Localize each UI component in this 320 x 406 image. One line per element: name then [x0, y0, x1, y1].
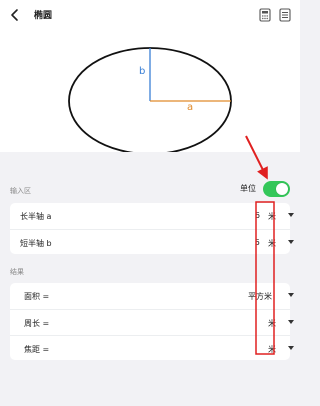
result-card: 面积 = 平方米 周长 = 米 焦距 = 米 — [10, 283, 294, 360]
row-label: 周长 = — [24, 319, 50, 328]
unit-toggle[interactable] — [263, 181, 290, 197]
page-title: 椭圆 — [34, 11, 53, 21]
unit-select[interactable]: 米 — [268, 238, 276, 249]
back-icon[interactable] — [8, 7, 22, 23]
input-row-semi-minor[interactable]: 短半轴 b 5 米 — [10, 229, 294, 254]
row-label: 面积 = — [24, 292, 50, 301]
chevron-down-icon[interactable] — [288, 320, 294, 324]
unit-select[interactable]: 米 — [268, 344, 276, 355]
result-row-area[interactable]: 面积 = 平方米 — [10, 283, 294, 308]
calculator-icon[interactable] — [258, 7, 272, 23]
history-icon[interactable] — [278, 7, 292, 23]
axis-b-label: b — [139, 66, 146, 77]
axis-a-label: a — [187, 102, 194, 113]
toggle-knob — [276, 183, 288, 195]
result-section-label: 结果 — [10, 268, 24, 276]
input-row-semi-major[interactable]: 长半轴 a 6 米 — [10, 203, 294, 228]
chevron-down-icon[interactable] — [288, 213, 294, 217]
top-bar: 椭圆 — [0, 0, 300, 30]
chevron-down-icon[interactable] — [288, 293, 294, 297]
unit-select[interactable]: 平方米 — [248, 291, 272, 302]
input-card: 长半轴 a 6 米 短半轴 b 5 米 — [10, 203, 294, 254]
ellipse-diagram: b a — [0, 30, 300, 155]
unit-select[interactable]: 米 — [268, 211, 276, 222]
chevron-down-icon[interactable] — [288, 240, 294, 244]
unit-select[interactable]: 米 — [268, 318, 276, 329]
semi-major-input[interactable]: 6 — [255, 211, 260, 220]
unit-toggle-label: 单位 — [240, 184, 256, 193]
row-label: 长半轴 a — [20, 212, 52, 221]
result-row-focal-distance[interactable]: 焦距 = 米 — [10, 335, 294, 360]
row-label: 短半轴 b — [20, 239, 52, 248]
ellipse-figure — [68, 47, 232, 155]
semi-minor-input[interactable]: 5 — [255, 238, 260, 247]
input-section-label: 输入区 — [10, 187, 31, 195]
chevron-down-icon[interactable] — [288, 346, 294, 350]
result-row-perimeter[interactable]: 周长 = 米 — [10, 309, 294, 334]
row-label: 焦距 = — [24, 345, 50, 354]
